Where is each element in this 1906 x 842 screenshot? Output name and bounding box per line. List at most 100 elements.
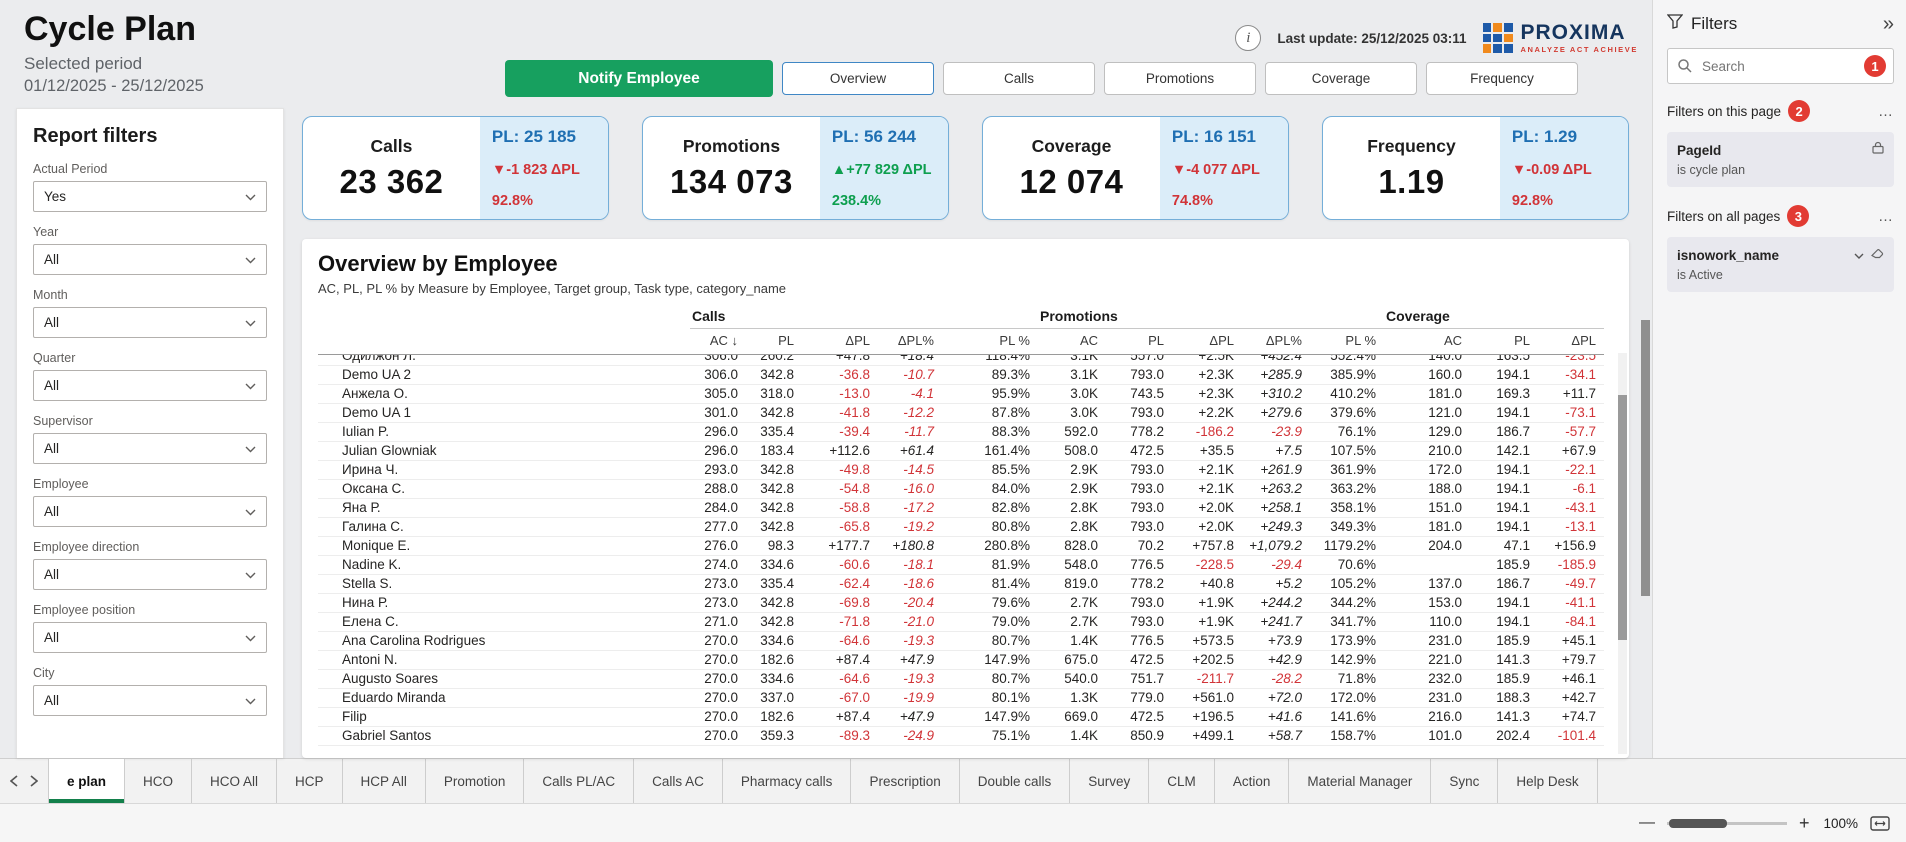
- zoom-slider[interactable]: [1667, 822, 1787, 825]
- bottom-tab-pharmacy-calls[interactable]: Pharmacy calls: [723, 759, 852, 803]
- info-icon[interactable]: i: [1235, 25, 1261, 51]
- bottom-tab-hco-all[interactable]: HCO All: [192, 759, 277, 803]
- bottom-tab-double-calls[interactable]: Double calls: [960, 759, 1071, 803]
- column-header-promotions-pl[interactable]: PL: [1106, 329, 1172, 355]
- zoom-in-button[interactable]: +: [1799, 813, 1810, 834]
- table-row[interactable]: Julian Glowniak296.0183.4+112.6+61.4161.…: [318, 441, 1604, 460]
- table-row[interactable]: Ana Carolina Rodrigues270.0334.6-64.6-19…: [318, 631, 1604, 650]
- bottom-tab-sync[interactable]: Sync: [1431, 759, 1498, 803]
- tabs-scroll-left-icon[interactable]: [10, 775, 18, 787]
- table-row[interactable]: Елена С.271.0342.8-71.8-21.079.0%2.7K793…: [318, 612, 1604, 631]
- column-header-coverage-pl[interactable]: PL: [1470, 329, 1538, 355]
- notify-employee-button[interactable]: Notify Employee: [505, 60, 773, 97]
- page-scrollbar-thumb[interactable]: [1641, 320, 1650, 596]
- view-tab-calls[interactable]: Calls: [943, 62, 1095, 95]
- view-tab-promotions[interactable]: Promotions: [1104, 62, 1256, 95]
- table-row[interactable]: Яна Р.284.0342.8-58.8-17.282.8%2.8K793.0…: [318, 498, 1604, 517]
- eraser-icon[interactable]: [1871, 246, 1884, 264]
- table-row[interactable]: Augusto Soares270.0334.6-64.6-19.380.7%5…: [318, 669, 1604, 688]
- zoom-slider-thumb[interactable]: [1669, 819, 1727, 828]
- kpi-card-promotions[interactable]: Promotions 134 073 PL: 56 244 ▲+77 829 Δ…: [642, 116, 949, 220]
- value-cell: +74.7: [1538, 707, 1604, 726]
- table-row[interactable]: Нина Р.273.0342.8-69.8-20.479.6%2.7K793.…: [318, 593, 1604, 612]
- table-row[interactable]: Ирина Ч.293.0342.8-49.8-14.585.5%2.9K793…: [318, 460, 1604, 479]
- filter-dropdown-month[interactable]: All: [33, 307, 267, 338]
- table-row[interactable]: Gabriel Santos270.0359.3-89.3-24.975.1%1…: [318, 726, 1604, 745]
- report-filter-item: City All: [33, 666, 267, 716]
- filter-card-pageid[interactable]: PageId is cycle plan: [1667, 132, 1894, 187]
- table-scrollbar-thumb[interactable]: [1618, 395, 1627, 640]
- value-cell: 182.6: [746, 707, 802, 726]
- bottom-tab-calls-pl-ac[interactable]: Calls PL/AC: [524, 759, 634, 803]
- bottom-tab-promotion[interactable]: Promotion: [426, 759, 525, 803]
- table-row[interactable]: Анжела О.305.0318.0-13.0-4.195.9%3.0K743…: [318, 384, 1604, 403]
- value-cell: 379.6%: [1310, 403, 1384, 422]
- column-header-coverage-ac[interactable]: AC: [1384, 329, 1470, 355]
- column-header-calls--pl-[interactable]: ΔPL%: [878, 329, 942, 355]
- table-row[interactable]: Demo UA 1301.0342.8-41.8-12.287.8%3.0K79…: [318, 403, 1604, 422]
- filter-dropdown-actual-period[interactable]: Yes: [33, 181, 267, 212]
- value-cell: 472.5: [1106, 441, 1172, 460]
- value-cell: 182.6: [746, 650, 802, 669]
- filter-dropdown-employee-direction[interactable]: All: [33, 559, 267, 590]
- page-scrollbar[interactable]: [1639, 108, 1652, 758]
- filter-dropdown-employee[interactable]: All: [33, 496, 267, 527]
- kpi-card-frequency[interactable]: Frequency 1.19 PL: 1.29 ▼-0.09 ΔPL 92.8%: [1322, 116, 1629, 220]
- column-header-calls-pl[interactable]: PL: [746, 329, 802, 355]
- table-row[interactable]: Stella S.273.0335.4-62.4-18.681.4%819.07…: [318, 574, 1604, 593]
- table-row[interactable]: Eduardo Miranda270.0337.0-67.0-19.980.1%…: [318, 688, 1604, 707]
- table-row[interactable]: Filip270.0182.6+87.4+47.9147.9%669.0472.…: [318, 707, 1604, 726]
- bottom-tab-help-desk[interactable]: Help Desk: [1498, 759, 1597, 803]
- more-options-icon[interactable]: …: [1878, 208, 1894, 225]
- bottom-tab-calls-ac[interactable]: Calls AC: [634, 759, 723, 803]
- bottom-tab-hco[interactable]: HCO: [125, 759, 192, 803]
- table-row[interactable]: Demo UA 2306.0342.8-36.8-10.789.3%3.1K79…: [318, 365, 1604, 384]
- table-row[interactable]: Галина С.277.0342.8-65.8-19.280.8%2.8K79…: [318, 517, 1604, 536]
- chevron-down-icon[interactable]: [1854, 246, 1864, 264]
- table-row[interactable]: Nadine K.274.0334.6-60.6-18.181.9%548.07…: [318, 555, 1604, 574]
- filter-dropdown-quarter[interactable]: All: [33, 370, 267, 401]
- column-header-promotions-pl-[interactable]: PL %: [1310, 329, 1384, 355]
- column-header-promotions--pl-[interactable]: ΔPL%: [1242, 329, 1310, 355]
- more-options-icon[interactable]: …: [1878, 103, 1894, 120]
- view-tab-overview[interactable]: Overview: [782, 62, 934, 95]
- table-row[interactable]: Оксана С.288.0342.8-54.8-16.084.0%2.9K79…: [318, 479, 1604, 498]
- collapse-pane-icon[interactable]: »: [1883, 14, 1894, 34]
- view-tab-coverage[interactable]: Coverage: [1265, 62, 1417, 95]
- column-header-calls--pl[interactable]: ΔPL: [802, 329, 878, 355]
- filter-dropdown-supervisor[interactable]: All: [33, 433, 267, 464]
- table-scrollbar[interactable]: [1618, 353, 1627, 754]
- filter-dropdown-year[interactable]: All: [33, 244, 267, 275]
- bottom-tab-e-plan[interactable]: e plan: [48, 759, 125, 803]
- filter-dropdown-employee-position[interactable]: All: [33, 622, 267, 653]
- fit-to-page-icon[interactable]: [1870, 816, 1890, 831]
- filter-dropdown-city[interactable]: All: [33, 685, 267, 716]
- table-row[interactable]: Одилжон Л.306.0260.2+47.8+18.4118.4%3.1K…: [318, 355, 1604, 365]
- filter-label: Employee direction: [33, 540, 267, 554]
- bottom-tab-hcp[interactable]: HCP: [277, 759, 343, 803]
- bottom-tab-clm[interactable]: CLM: [1149, 759, 1215, 803]
- bottom-tab-material-manager[interactable]: Material Manager: [1289, 759, 1431, 803]
- table-row[interactable]: Monique E.276.098.3+177.7+180.8280.8%828…: [318, 536, 1604, 555]
- filter-card-isnowork[interactable]: isnowork_name is Active: [1667, 237, 1894, 292]
- table-row[interactable]: Antoni N.270.0182.6+87.4+47.9147.9%675.0…: [318, 650, 1604, 669]
- value-cell: 557.0: [1106, 355, 1172, 365]
- zoom-out-button[interactable]: —: [1639, 814, 1655, 832]
- tabs-scroll-right-icon[interactable]: [30, 775, 38, 787]
- column-header-calls-ac-[interactable]: AC ↓: [690, 329, 746, 355]
- kpi-card-coverage[interactable]: Coverage 12 074 PL: 16 151 ▼-4 077 ΔPL 7…: [982, 116, 1289, 220]
- kpi-card-calls[interactable]: Calls 23 362 PL: 25 185 ▼-1 823 ΔPL 92.8…: [302, 116, 609, 220]
- bottom-tab-hcp-all[interactable]: HCP All: [343, 759, 426, 803]
- column-header-promotions-ac[interactable]: AC: [1038, 329, 1106, 355]
- bottom-tab-prescription[interactable]: Prescription: [851, 759, 959, 803]
- value-cell: 270.0: [690, 650, 746, 669]
- view-tab-frequency[interactable]: Frequency: [1426, 62, 1578, 95]
- value-cell: 306.0: [690, 365, 746, 384]
- filter-search-input[interactable]: [1667, 48, 1894, 84]
- bottom-tab-action[interactable]: Action: [1215, 759, 1290, 803]
- column-header-coverage--pl[interactable]: ΔPL: [1538, 329, 1604, 355]
- column-header-calls-pl-[interactable]: PL %: [942, 329, 1038, 355]
- column-header-promotions--pl[interactable]: ΔPL: [1172, 329, 1242, 355]
- table-row[interactable]: Iulian P.296.0335.4-39.4-11.788.3%592.07…: [318, 422, 1604, 441]
- bottom-tab-survey[interactable]: Survey: [1070, 759, 1149, 803]
